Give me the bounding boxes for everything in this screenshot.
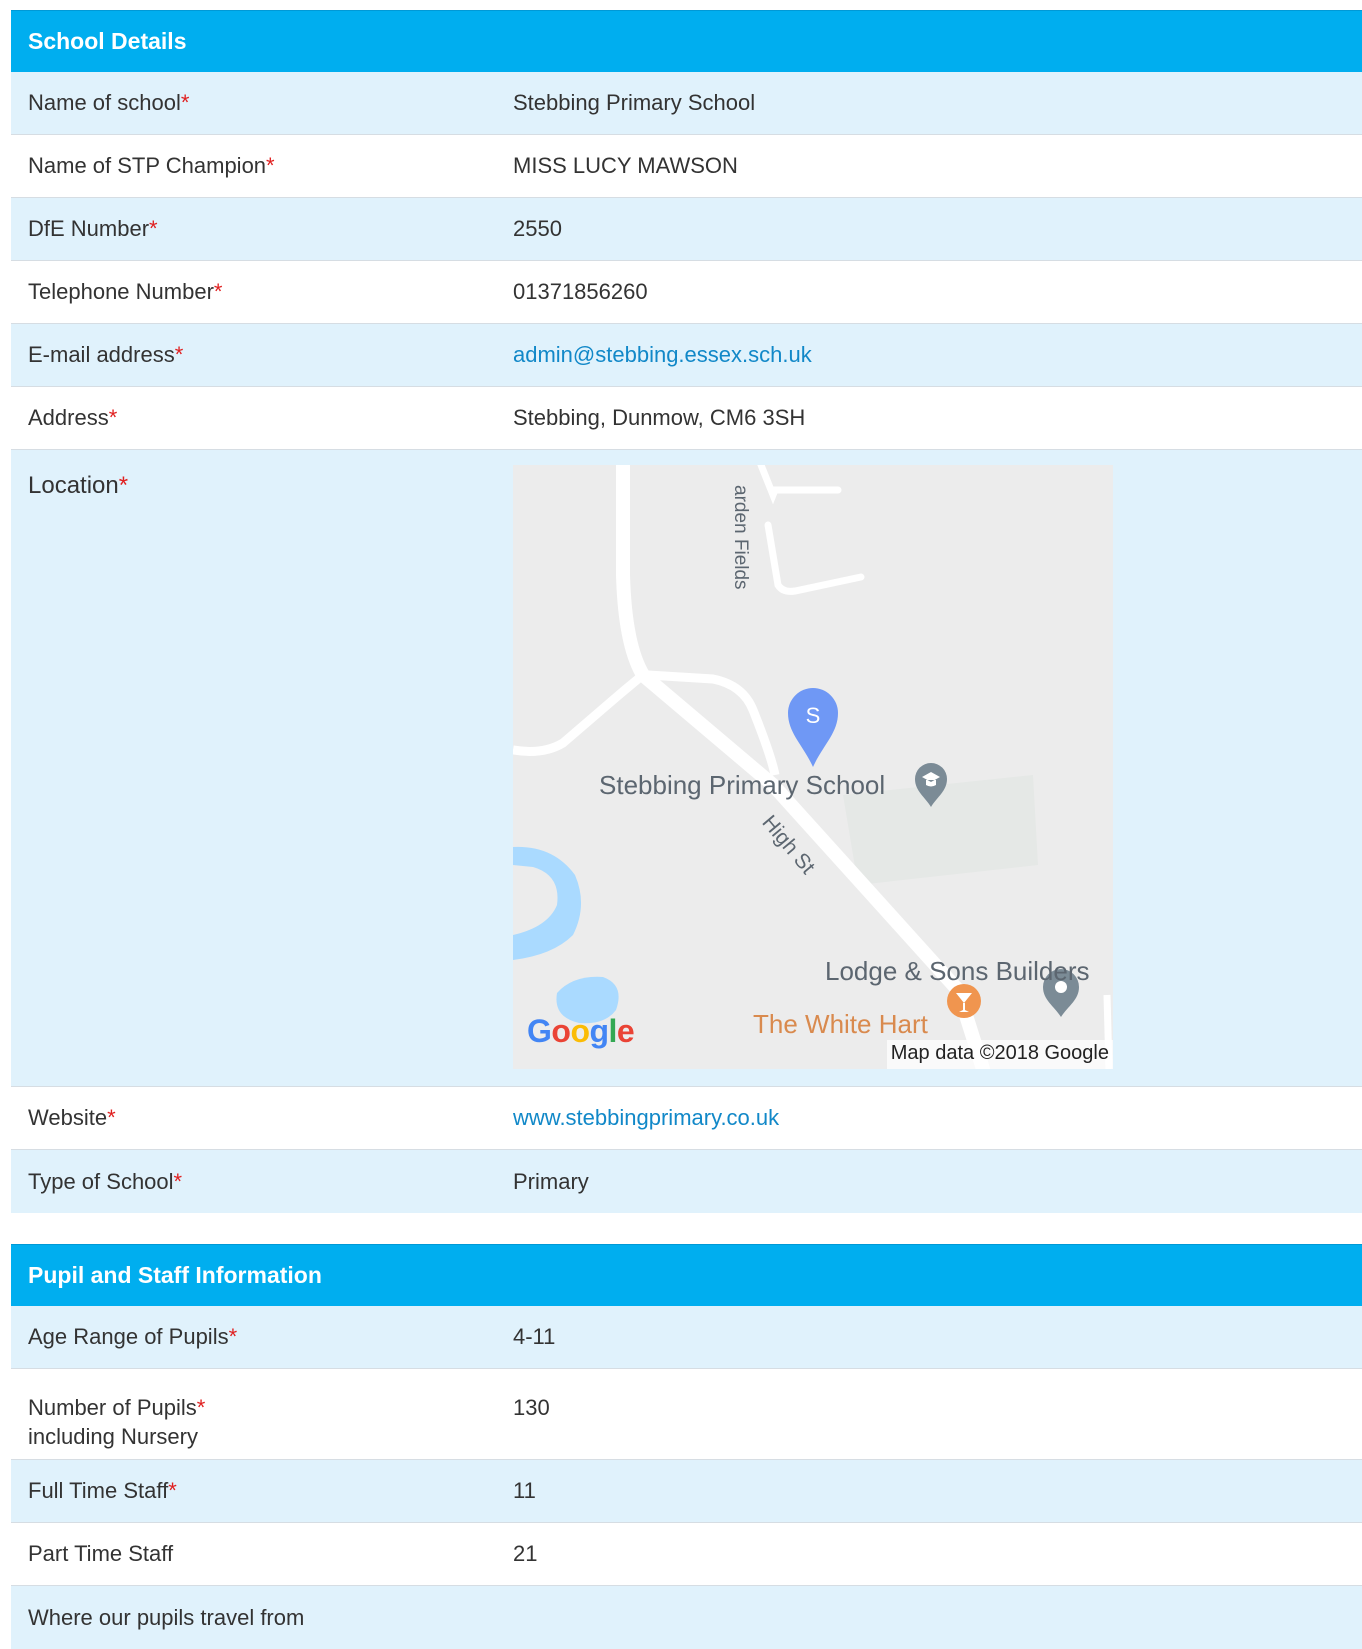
field-label: DfE Number* [28,216,158,241]
field-value: Stebbing Primary School [513,90,756,115]
website-link[interactable]: www.stebbingprimary.co.uk [513,1105,779,1130]
field-label: Website* [28,1105,116,1130]
field-label: Part Time Staff [28,1541,174,1566]
location-map[interactable]: S arden Fields Stebbing Primary School H… [513,465,1113,1069]
garden-fields-road-bottom [764,521,865,595]
field-label: Full Time Staff* [28,1478,177,1503]
garden-fields-road-top [757,465,842,505]
row-website: Website* www.stebbingprimary.co.uk [11,1087,1362,1150]
required-marker: * [266,153,275,178]
map-school-label: Stebbing Primary School [599,770,886,800]
required-marker: * [213,279,223,304]
field-value: 21 [513,1541,538,1566]
required-marker: * [168,1478,177,1503]
field-value: 11 [513,1478,536,1503]
field-value: Stebbing, Dunmow, CM6 3SH [513,405,806,430]
map-attribution: Map data ©2018 Google [886,1040,1113,1069]
required-marker: * [149,216,158,241]
field-value: MISS LUCY MAWSON [513,153,738,178]
required-marker: * [118,472,129,499]
marker-letter: S [806,703,821,728]
map-pub-label: The White Hart [753,1009,928,1039]
field-label: Name of school* [28,90,190,115]
google-logo[interactable]: Google [527,1013,635,1050]
river-shape [513,846,582,960]
section-title: School Details [28,28,187,54]
field-label: Telephone Number* [28,279,223,304]
row-age-range: Age Range of Pupils* 4-11 [11,1306,1362,1369]
field-value: 4-11 [513,1324,556,1349]
field-label: Type of School* [28,1168,183,1194]
field-label: Age Range of Pupils* [28,1324,238,1349]
row-number-of-pupils: Number of Pupils* including Nursery 130 [11,1369,1362,1460]
required-marker: * [174,342,184,367]
row-dfe-number: DfE Number* 2550 [11,198,1362,261]
row-telephone: Telephone Number* 01371856260 [11,261,1362,324]
row-address: Address* Stebbing, Dunmow, CM6 3SH [11,387,1362,450]
row-location: Location* S arden Fields Stebbing Primar… [11,450,1362,1087]
row-part-time-staff: Part Time Staff 21 [11,1523,1362,1586]
row-full-time-staff: Full Time Staff* 11 [11,1460,1362,1523]
field-value: Primary [513,1168,589,1194]
field-value: 130 [513,1395,550,1420]
field-label: Where our pupils travel from [28,1604,305,1630]
field-label: Address* [28,405,118,430]
field-value: 01371856260 [513,279,648,304]
section-title: Pupil and Staff Information [28,1262,322,1288]
row-email: E-mail address* admin@stebbing.essex.sch… [11,324,1362,387]
required-marker: * [173,1168,183,1194]
field-label: E-mail address* [28,342,184,367]
required-marker: * [107,1105,116,1130]
required-marker: * [180,90,190,115]
required-marker: * [228,1324,238,1349]
school-details-table: School Details Name of school* Stebbing … [11,10,1362,1213]
row-name-of-school: Name of school* Stebbing Primary School [11,72,1362,135]
map-business-label: Lodge & Sons Builders [825,956,1090,986]
section-header-school-details: School Details [11,10,1362,72]
row-stp-champion: Name of STP Champion* MISS LUCY MAWSON [11,135,1362,198]
row-type-of-school: Type of School* Primary [11,1150,1362,1213]
map-road-label: arden Fields [730,485,751,590]
field-label: Location* [28,472,129,499]
email-link[interactable]: admin@stebbing.essex.sch.uk [513,342,812,367]
section-header-pupil-staff: Pupil and Staff Information [11,1244,1362,1306]
pupil-staff-table: Pupil and Staff Information Age Range of… [11,1244,1362,1649]
side-road-left [513,671,646,756]
field-label: Number of Pupils* including Nursery [28,1395,206,1449]
row-travel-from: Where our pupils travel from [11,1586,1362,1649]
required-marker: * [108,405,118,430]
field-value: 2550 [513,216,562,241]
required-marker: * [196,1395,206,1420]
field-label: Name of STP Champion* [28,153,275,178]
field-sublabel: including Nursery [28,1424,198,1449]
